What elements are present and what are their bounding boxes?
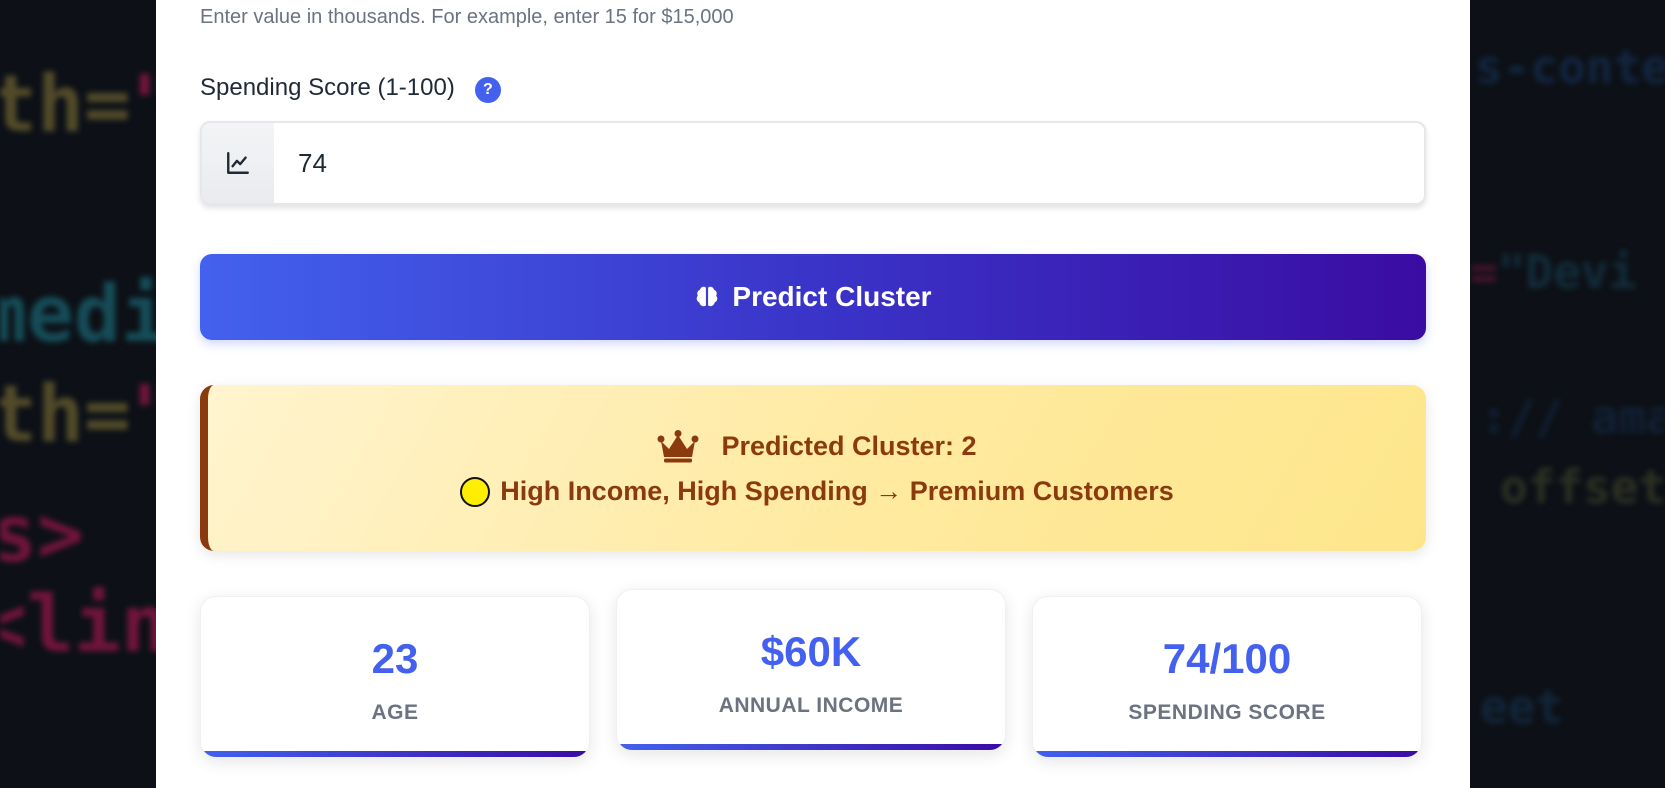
cluster-result-text: Predicted Cluster: 2 (721, 430, 977, 461)
spending-score-input-group (200, 121, 1426, 205)
prediction-panel: Enter value in thousands. For example, e… (156, 0, 1470, 788)
predict-cluster-button[interactable]: Predict Cluster (200, 254, 1426, 340)
predict-cluster-label: Predict Cluster (732, 281, 932, 312)
stat-card-income: $60K ANNUAL INCOME (616, 589, 1006, 751)
cluster-result-row: Predicted Cluster: 2 (208, 429, 1426, 463)
stat-label: ANNUAL INCOME (718, 694, 904, 717)
stat-value: 23 (371, 635, 419, 682)
spending-score-label: Spending Score (1-100) (200, 74, 455, 101)
crown-icon (657, 429, 699, 463)
spending-score-input[interactable] (274, 123, 1424, 203)
spending-score-label-row: Spending Score (1-100) ? (200, 74, 501, 103)
stat-card-accent-bar (617, 744, 1005, 750)
income-help-text: Enter value in thousands. For example, e… (200, 6, 734, 28)
stat-label: AGE (371, 701, 419, 724)
stat-card-accent-bar (1033, 751, 1421, 757)
stat-value: $60K (760, 628, 862, 675)
yellow-circle-icon (460, 476, 491, 507)
question-icon[interactable]: ? (474, 77, 501, 103)
prediction-result-box: Predicted Cluster: 2 High Income, High S… (200, 385, 1426, 551)
stat-card-age: 23 AGE (200, 596, 590, 758)
brain-icon (694, 284, 720, 310)
segment-result-text: High Income, High Spending → Premium Cus… (500, 476, 1174, 506)
stat-label: SPENDING SCORE (1128, 701, 1326, 724)
segment-result-row: High Income, High Spending → Premium Cus… (208, 476, 1426, 507)
stat-card-accent-bar (201, 751, 589, 757)
stat-card-spending: 74/100 SPENDING SCORE (1032, 596, 1422, 758)
stat-value: 74/100 (1162, 635, 1292, 682)
chart-line-icon (202, 123, 274, 203)
